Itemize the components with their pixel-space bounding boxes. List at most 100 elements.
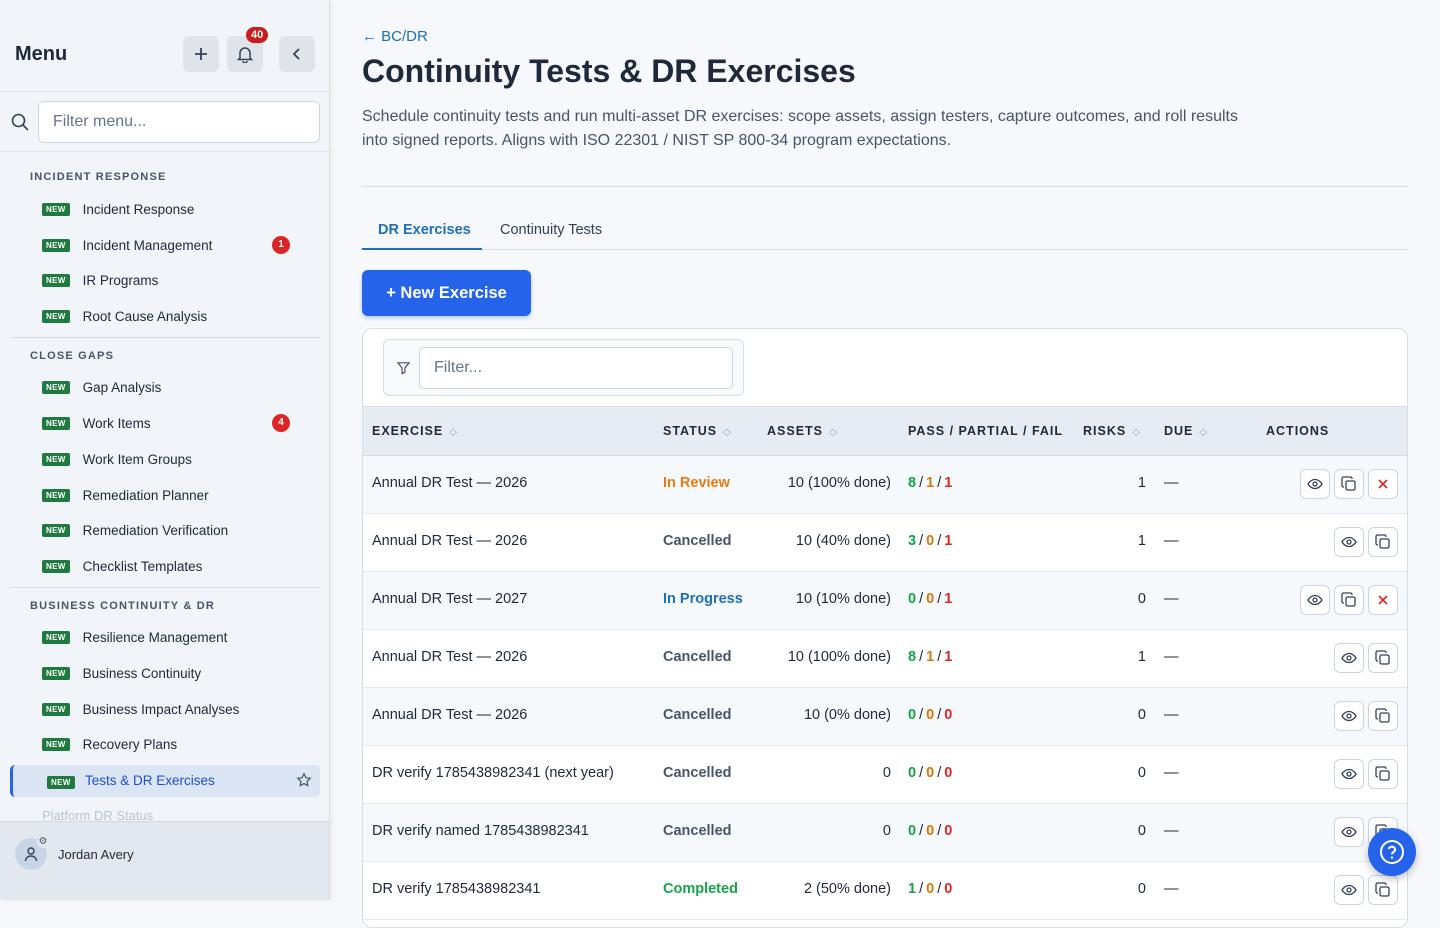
new-badge: NEW: [42, 559, 70, 573]
divider: [10, 337, 320, 338]
new-badge: NEW: [42, 737, 70, 751]
table-row[interactable]: Annual DR Test — 2026 In Review 10 (100% d…: [363, 456, 1407, 514]
sidebar-item-label: Checklist Templates: [82, 558, 203, 574]
eye-icon: [1307, 594, 1323, 606]
user-icon: [24, 847, 38, 862]
copy-icon: [1375, 708, 1390, 723]
sidebar-item-incident-response[interactable]: NEW Incident Response: [42, 194, 194, 224]
sidebar-item-work-item-groups[interactable]: NEW Work Item Groups: [42, 444, 192, 474]
sidebar-item-incident-management[interactable]: NEW Incident Management: [42, 230, 212, 260]
pass-count: 0: [908, 765, 917, 781]
status-label: Cancelled: [663, 823, 732, 839]
column-assets[interactable]: ASSETS ◇: [767, 424, 837, 438]
duplicate-button[interactable]: [1368, 701, 1398, 731]
assets-value: 10 (40% done): [795, 533, 891, 549]
status-label: Cancelled: [663, 533, 732, 549]
eye-icon: [1341, 884, 1357, 896]
sidebar-item-root-cause-analysis[interactable]: NEW Root Cause Analysis: [42, 301, 207, 331]
new-badge: NEW: [42, 238, 70, 252]
duplicate-button[interactable]: [1334, 585, 1364, 615]
page-description: Schedule continuity tests and run multi-…: [362, 108, 1238, 149]
chevron-left-icon: [292, 48, 300, 60]
column-actions: ACTIONS: [1266, 424, 1330, 438]
duplicate-button[interactable]: [1368, 759, 1398, 789]
collapse-sidebar-button[interactable]: [279, 36, 315, 72]
gear-icon: ⚙: [37, 836, 49, 848]
assets-value: 10 (100% done): [787, 649, 891, 665]
view-button[interactable]: [1300, 469, 1330, 499]
sidebar-item-business-impact-analyses[interactable]: NEW Business Impact Analyses: [42, 694, 239, 724]
tab-continuity-tests[interactable]: Continuity Tests: [500, 222, 602, 238]
view-button[interactable]: [1300, 585, 1330, 615]
column-risks[interactable]: RISKS ◇: [1083, 424, 1140, 438]
section-business-continuity-dr: BUSINESS CONTINUITY & DR: [30, 600, 216, 612]
star-icon[interactable]: [296, 772, 312, 788]
sidebar-item-gap-analysis[interactable]: NEW Gap Analysis: [42, 372, 161, 402]
view-button[interactable]: [1334, 643, 1364, 673]
notifications-count-badge: 40: [246, 27, 269, 43]
view-button[interactable]: [1334, 875, 1364, 905]
filter-menu-input[interactable]: Filter menu...: [38, 101, 320, 143]
table-row[interactable]: DR verify 1785438982341 (next year) Cance…: [363, 746, 1407, 804]
sidebar-item-label: Incident Response: [82, 201, 195, 217]
sidebar-item-recovery-plans[interactable]: NEW Recovery Plans: [42, 729, 177, 759]
view-button[interactable]: [1334, 759, 1364, 789]
sidebar-item-work-items[interactable]: NEW Work Items: [42, 408, 151, 438]
pass-partial-fail: 0/0/0: [908, 823, 953, 839]
sidebar-item-checklist-templates[interactable]: NEW Checklist Templates: [42, 551, 202, 581]
filter-input[interactable]: Filter...: [419, 347, 733, 389]
tab-dr-exercises[interactable]: DR Exercises: [378, 222, 471, 238]
new-badge: NEW: [42, 416, 70, 430]
sidebar-item-label: Resilience Management: [82, 629, 228, 645]
exercises-table-card: Filter... EXERCISE ◇ STATUS ◇ ASSETS ◇ PASS…: [362, 328, 1408, 928]
user-footer[interactable]: ⚙ Jordan Avery: [0, 821, 329, 900]
sidebar-item-label: Work Item Groups: [82, 451, 192, 467]
pass-partial-fail: 0/0/0: [908, 707, 953, 723]
partial-count: 0: [926, 765, 935, 781]
table-row[interactable]: Annual DR Test — 2027 In Progress 10 (10% …: [363, 572, 1407, 630]
due-value: —: [1164, 649, 1179, 665]
sidebar-item-label: Remediation Verification: [82, 522, 229, 538]
sidebar-item-tests-dr-exercises[interactable]: NEW Tests & DR Exercises: [10, 765, 320, 797]
copy-icon: [1375, 650, 1390, 665]
cancel-exercise-button[interactable]: [1368, 469, 1398, 499]
sidebar-item-label: Business Continuity: [82, 665, 202, 681]
duplicate-button[interactable]: [1334, 469, 1364, 499]
duplicate-button[interactable]: [1368, 527, 1398, 557]
status-label: In Progress: [663, 591, 743, 607]
plus-icon: [195, 48, 207, 60]
column-exercise[interactable]: EXERCISE ◇: [372, 424, 457, 438]
sidebar-item-remediation-verification[interactable]: NEW Remediation Verification: [42, 515, 228, 545]
table-row[interactable]: Annual DR Test — 2026 Cancelled 10 (0% don…: [363, 688, 1407, 746]
view-button[interactable]: [1334, 701, 1364, 731]
duplicate-button[interactable]: [1368, 875, 1398, 905]
table-row[interactable]: Annual DR Test — 2026 Cancelled 10 (40% do…: [363, 514, 1407, 572]
cancel-exercise-button[interactable]: [1368, 585, 1398, 615]
sidebar-item-ir-programs[interactable]: NEW IR Programs: [42, 265, 158, 295]
new-badge: NEW: [42, 202, 70, 216]
table-header: EXERCISE ◇ STATUS ◇ ASSETS ◇ PASS / PARTIAL…: [363, 406, 1407, 456]
new-exercise-button[interactable]: + New Exercise: [362, 270, 531, 316]
table-row[interactable]: Annual DR Test — 2026 Cancelled 10 (100% d…: [363, 630, 1407, 688]
user-name: Jordan Avery: [58, 847, 134, 862]
sidebar-item-resilience-management[interactable]: NEW Resilience Management: [42, 622, 227, 652]
add-button[interactable]: [183, 36, 219, 72]
help-button[interactable]: [1368, 828, 1416, 876]
due-value: —: [1164, 475, 1179, 491]
sidebar-item-business-continuity[interactable]: NEW Business Continuity: [42, 658, 201, 688]
view-button[interactable]: [1334, 527, 1364, 557]
exercise-name: Annual DR Test — 2026: [372, 649, 528, 665]
new-badge: NEW: [42, 523, 70, 537]
table-row[interactable]: DR verify named 1785438982341 Cancelled 0 0…: [363, 804, 1407, 862]
breadcrumb-back-link[interactable]: ← BC/DR: [362, 28, 428, 45]
exercise-name: DR verify 1785438982341 (next year): [372, 765, 614, 781]
new-badge: NEW: [42, 666, 70, 680]
duplicate-button[interactable]: [1368, 643, 1398, 673]
column-due[interactable]: DUE ◇: [1164, 424, 1207, 438]
sidebar-item-label: IR Programs: [82, 272, 159, 288]
sidebar-item-remediation-planner[interactable]: NEW Remediation Planner: [42, 480, 209, 510]
sidebar-item-label: Recovery Plans: [82, 736, 178, 752]
view-button[interactable]: [1334, 817, 1364, 847]
column-status[interactable]: STATUS ◇: [663, 424, 731, 438]
table-row[interactable]: DR verify 1785438982341 Completed 2 (50% d…: [363, 862, 1407, 920]
